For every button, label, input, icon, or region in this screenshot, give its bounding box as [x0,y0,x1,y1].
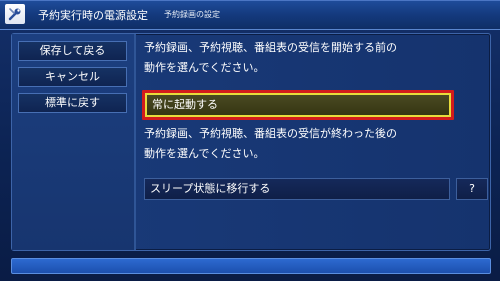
before-description-line-1: 予約録画、予約視聴、番組表の受信を開始する前の [144,41,397,54]
title-bar: 予約実行時の電源設定 予約録画の設定 [0,0,500,30]
settings-content: 予約録画、予約視聴、番組表の受信を開始する前の 動作を選んでください。 常に起動… [136,34,490,250]
before-action-select[interactable]: 常に起動する [145,93,451,117]
cancel-button[interactable]: キャンセル [18,67,127,87]
power-settings-screen: 予約実行時の電源設定 予約録画の設定 保存して戻る キャンセル 標準に戻す 予約… [0,0,500,281]
before-description-line-2: 動作を選んでください。 [144,61,265,74]
page-title: 予約実行時の電源設定 [38,9,148,22]
before-action-value: 常に起動する [152,98,218,111]
sidebar: 保存して戻る キャンセル 標準に戻す [12,34,136,250]
page-subtitle: 予約録画の設定 [164,10,220,19]
main-panel: 保存して戻る キャンセル 標準に戻す 予約録画、予約視聴、番組表の受信を開始する… [11,33,491,251]
wrench-screwdriver-icon [5,4,25,24]
after-description-line-1: 予約録画、予約視聴、番組表の受信が終わった後の [144,127,397,140]
reset-to-default-button[interactable]: 標準に戻す [18,93,127,113]
save-and-return-button[interactable]: 保存して戻る [18,41,127,61]
after-action-select[interactable]: スリープ状態に移行する [144,178,450,200]
after-description-line-2: 動作を選んでください。 [144,147,265,160]
after-action-value: スリープ状態に移行する [150,182,271,195]
status-bar [11,258,491,274]
help-button[interactable]: ? [456,178,488,200]
